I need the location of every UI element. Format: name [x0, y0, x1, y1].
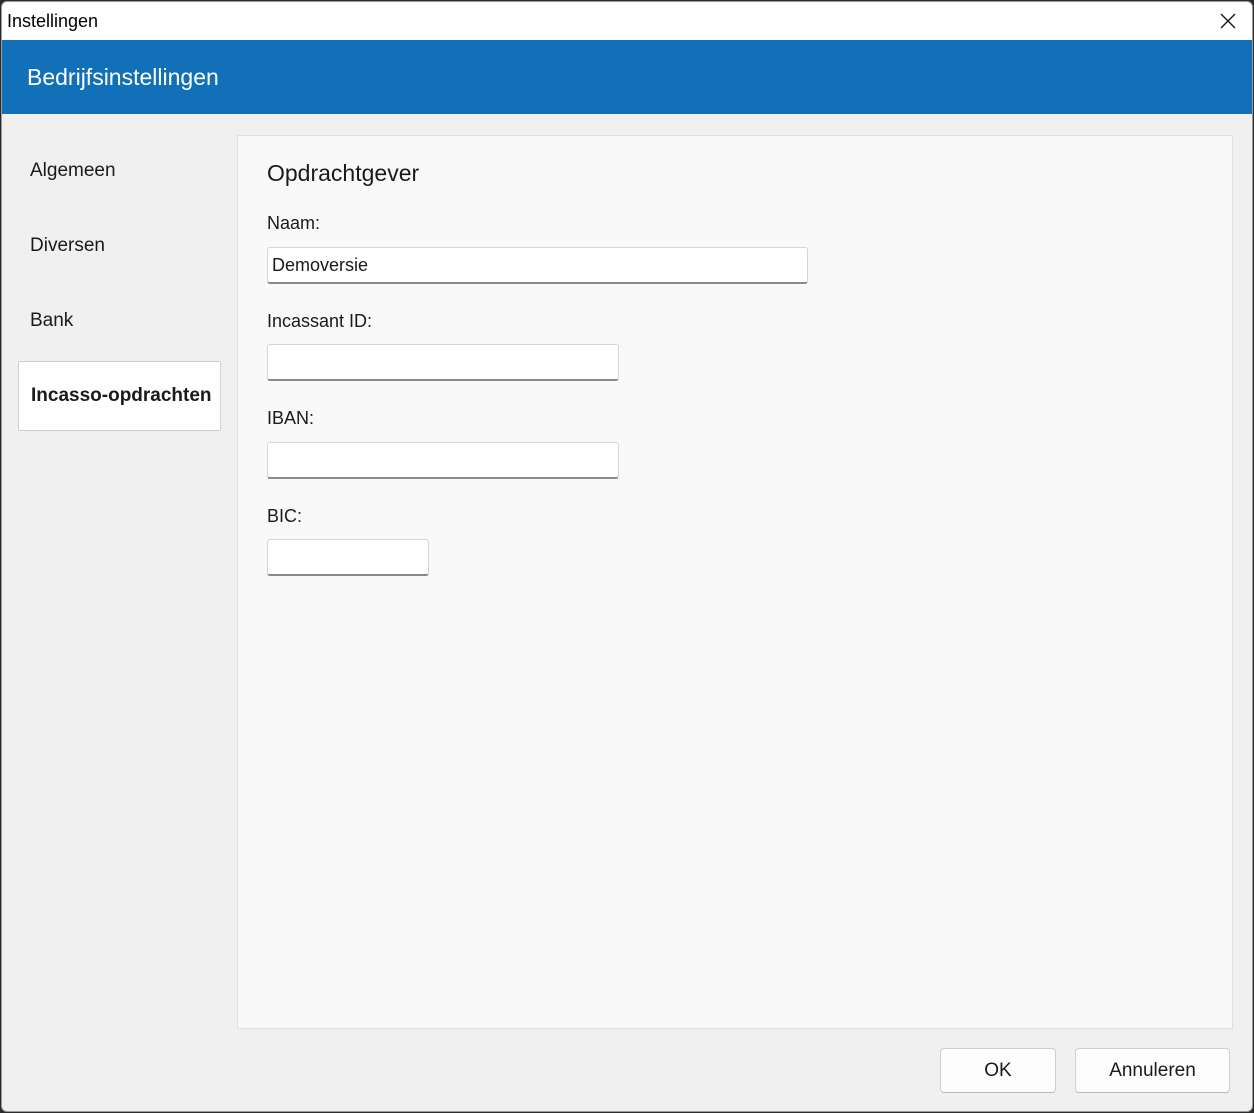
incassant-id-label: Incassant ID:	[267, 311, 373, 331]
sidebar-item-diversen[interactable]: Diversen	[18, 211, 221, 281]
window-title: Instellingen	[7, 11, 99, 31]
close-button[interactable]	[1204, 2, 1252, 40]
incassant-id-input[interactable]	[267, 344, 619, 381]
header-band: Bedrijfsinstellingen	[2, 40, 1252, 114]
sidebar-nav: Algemeen Diversen Bank Incasso-opdrachte…	[2, 114, 238, 1034]
sidebar-item-label: Incasso-opdrachten	[31, 385, 212, 406]
naam-input[interactable]	[267, 247, 808, 284]
ok-button[interactable]: OK	[940, 1048, 1056, 1093]
settings-dialog: Instellingen Bedrijfsinstellingen Algeme…	[1, 1, 1253, 1112]
sidebar-item-label: Diversen	[30, 235, 105, 256]
sidebar-item-label: Algemeen	[30, 160, 116, 181]
cancel-button[interactable]: Annuleren	[1075, 1048, 1230, 1093]
sidebar-item-label: Bank	[30, 310, 74, 331]
naam-label: Naam:	[267, 213, 321, 233]
content-panel: Opdrachtgever Naam: Incassant ID: IBAN: …	[237, 135, 1233, 1029]
iban-input[interactable]	[267, 442, 619, 479]
sidebar-item-incasso-opdrachten[interactable]: Incasso-opdrachten	[18, 361, 221, 431]
sidebar-item-bank[interactable]: Bank	[18, 286, 221, 356]
iban-label: IBAN:	[267, 408, 315, 428]
title-bar: Instellingen	[2, 2, 1252, 40]
header-title: Bedrijfsinstellingen	[27, 64, 219, 90]
bic-label: BIC:	[267, 506, 303, 526]
bic-input[interactable]	[267, 539, 429, 576]
sidebar-item-algemeen[interactable]: Algemeen	[18, 136, 221, 206]
close-icon	[1220, 13, 1236, 29]
section-title: Opdrachtgever	[267, 160, 420, 186]
